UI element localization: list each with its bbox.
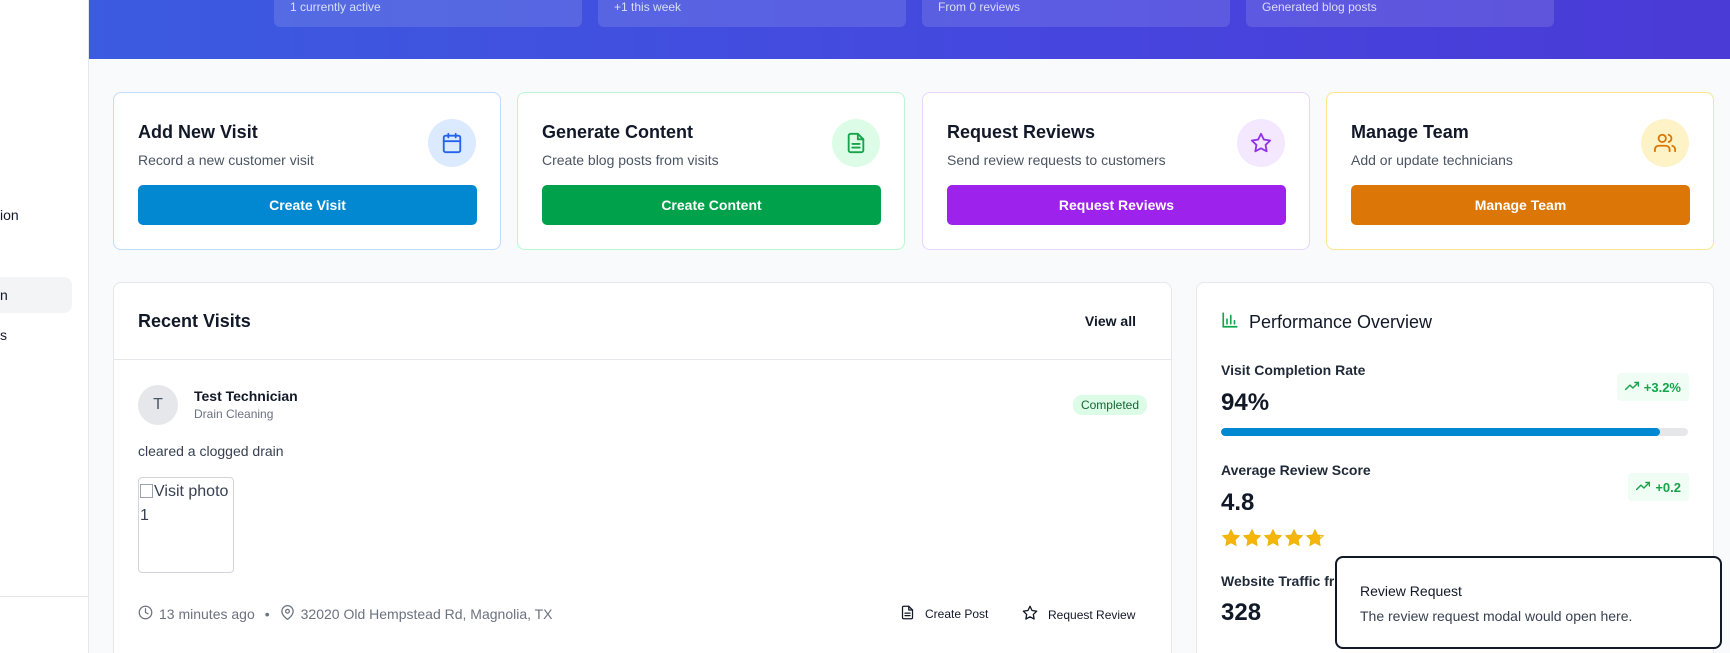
star-icon — [1237, 119, 1285, 167]
website-traffic-label: Website Traffic fro — [1221, 573, 1343, 589]
stat-subtext: Generated blog posts — [1262, 0, 1377, 14]
stat-card-visits: +1 this week — [598, 0, 906, 27]
stat-subtext: 1 currently active — [290, 0, 381, 14]
stat-subtext: From 0 reviews — [938, 0, 1021, 14]
action-card-manage-team: Manage Team Add or update technicians Ma… — [1326, 92, 1714, 250]
completion-trend-badge: +3.2% — [1616, 373, 1689, 401]
sidebar-item-label: s — [0, 327, 7, 343]
trend-value: +3.2% — [1643, 379, 1681, 395]
sidebar-item-label: ion — [0, 207, 19, 223]
create-content-button[interactable]: Create Content — [542, 185, 881, 225]
card-title: Request Reviews — [947, 122, 1096, 142]
stat-subtext: +1 this week — [614, 0, 682, 14]
request-reviews-button[interactable]: Request Reviews — [947, 185, 1286, 225]
avatar: T — [138, 385, 178, 425]
performance-title: Performance Overview — [1249, 312, 1433, 332]
star-rating — [1221, 528, 1325, 548]
bar-chart-icon — [1221, 311, 1239, 334]
star-icon — [1263, 528, 1283, 547]
view-all-link[interactable]: View all — [1085, 313, 1136, 329]
sidebar-item-2[interactable]: n — [0, 277, 72, 313]
sidebar: ion n s — [0, 0, 89, 653]
stat-card-reviews: From 0 reviews — [922, 0, 1230, 27]
calendar-icon — [428, 119, 476, 167]
trend-value: +0.2 — [1655, 479, 1681, 495]
sidebar-divider — [0, 596, 88, 597]
visit-time: 13 minutes ago — [159, 606, 255, 622]
review-score-value: 4.8 — [1221, 489, 1255, 516]
photo-alt-text: Visit photo 1 — [140, 483, 229, 524]
technician-name: Test Technician — [194, 388, 298, 404]
sidebar-item-label: n — [0, 287, 8, 303]
meta-separator: • — [264, 606, 270, 622]
completion-progress-bar — [1221, 428, 1688, 436]
card-description: Add or update technicians — [1351, 152, 1513, 168]
map-pin-icon — [280, 605, 295, 623]
review-score-label: Average Review Score — [1221, 462, 1371, 478]
visit-photo[interactable]: Visit photo 1 — [138, 477, 234, 573]
request-review-label: Request Review — [1048, 607, 1136, 622]
progress-fill — [1221, 428, 1660, 436]
star-icon — [1221, 528, 1241, 547]
trending-up-icon — [1624, 379, 1639, 396]
toast-title: Review Request — [1360, 583, 1462, 599]
recent-visits-header: Recent Visits View all — [114, 283, 1171, 360]
service-type: Drain Cleaning — [194, 407, 274, 421]
card-title: Generate Content — [542, 122, 694, 142]
action-card-request-reviews: Request Reviews Send review requests to … — [922, 92, 1310, 250]
card-description: Create blog posts from visits — [542, 152, 719, 168]
stat-card-content: Generated blog posts — [1246, 0, 1554, 27]
visit-meta: 13 minutes ago • 32020 Old Hempstead Rd,… — [138, 605, 553, 623]
create-post-label: Create Post — [925, 607, 989, 621]
completion-rate-label: Visit Completion Rate — [1221, 362, 1366, 378]
card-title: Manage Team — [1351, 122, 1469, 142]
manage-team-button[interactable]: Manage Team — [1351, 185, 1690, 225]
performance-header: Performance Overview — [1221, 311, 1432, 334]
status-badge: Completed — [1072, 395, 1147, 415]
request-review-button[interactable]: Request Review — [1022, 605, 1135, 624]
star-icon — [1284, 528, 1304, 547]
card-description: Send review requests to customers — [947, 152, 1166, 168]
card-title: Add New Visit — [138, 122, 258, 142]
create-post-button[interactable]: Create Post — [900, 605, 988, 623]
action-card-add-visit: Add New Visit Record a new customer visi… — [113, 92, 501, 250]
review-trend-badge: +0.2 — [1628, 473, 1689, 501]
visit-address: 32020 Old Hempstead Rd, Magnolia, TX — [300, 606, 553, 622]
trending-up-icon — [1636, 479, 1651, 496]
document-icon — [900, 605, 915, 623]
users-icon — [1641, 119, 1689, 167]
action-card-generate-content: Generate Content Create blog posts from … — [517, 92, 905, 250]
website-traffic-value: 328 — [1221, 599, 1262, 626]
sidebar-item-3[interactable]: s — [0, 327, 7, 343]
completion-rate-value: 94% — [1221, 389, 1270, 416]
star-icon — [1022, 605, 1038, 624]
recent-visits-panel: Recent Visits View all T Test Technician… — [113, 282, 1172, 653]
broken-image-icon — [140, 484, 153, 498]
document-icon — [832, 119, 880, 167]
card-description: Record a new customer visit — [138, 152, 314, 168]
clock-icon — [138, 605, 153, 623]
visit-notes: cleared a clogged drain — [138, 443, 284, 459]
toast-message: The review request modal would open here… — [1360, 608, 1633, 624]
create-visit-button[interactable]: Create Visit — [138, 185, 477, 225]
star-icon — [1305, 528, 1325, 547]
review-request-toast[interactable]: Review Request The review request modal … — [1335, 556, 1722, 649]
sidebar-item-1[interactable]: ion — [0, 207, 19, 223]
hero-banner: 1 currently active +1 this week From 0 r… — [89, 0, 1730, 59]
star-icon — [1242, 528, 1262, 547]
recent-visits-title: Recent Visits — [138, 311, 251, 331]
stat-card-technicians: 1 currently active — [274, 0, 582, 27]
